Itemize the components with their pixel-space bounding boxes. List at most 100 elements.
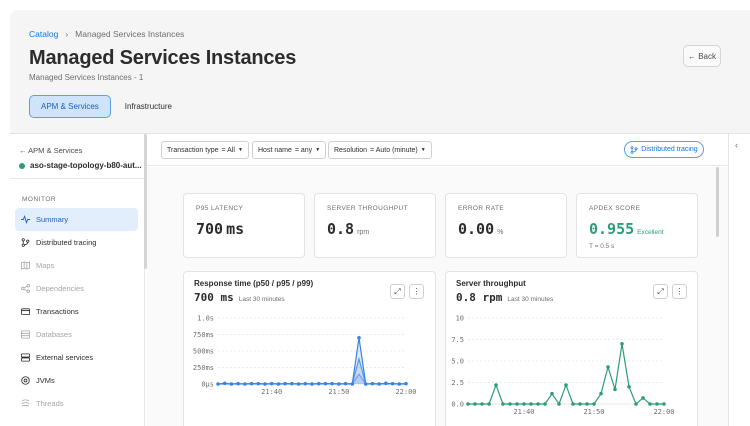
series-area xyxy=(218,337,406,384)
server-icon xyxy=(21,353,30,362)
kpi-number: 0.955 xyxy=(589,220,635,238)
host-name-filter[interactable]: Host name = any ▼ xyxy=(252,141,327,159)
expand-icon[interactable]: ⤢ xyxy=(390,284,405,299)
apdex-rating: Excellent xyxy=(637,229,664,236)
sidebar-divider xyxy=(10,178,145,179)
tracing-icon xyxy=(630,145,638,154)
server-throughput-chart-card: Server throughput 0.8 rpm Last 30 minute… xyxy=(445,271,698,426)
back-button[interactable]: ← Back xyxy=(683,45,721,67)
breadcrumb-current: Managed Services Instances xyxy=(75,29,185,39)
data-point xyxy=(648,402,652,406)
caret-down-icon: ▼ xyxy=(237,147,243,153)
app-selector[interactable]: aso-stage-topology-b80-aut... xyxy=(19,161,142,170)
collapse-panel-button[interactable]: ‹ xyxy=(728,134,750,426)
breadcrumb: Catalog › Managed Services Instances xyxy=(29,29,184,39)
data-point xyxy=(529,402,533,406)
series-line xyxy=(217,337,407,385)
data-point xyxy=(508,402,512,406)
sidebar-item-dependencies[interactable]: Dependencies xyxy=(15,277,138,300)
kpi-label: ERROR RATE xyxy=(458,205,505,212)
sidebar-item-databases[interactable]: Databases xyxy=(15,323,138,346)
filter-value: = any xyxy=(294,146,313,154)
filter-label: Resolution xyxy=(334,146,368,154)
caret-down-icon: ▼ xyxy=(420,147,426,153)
kpi-label: SERVER THROUGHPUT xyxy=(327,205,408,212)
chart-title: Server throughput xyxy=(456,279,526,288)
data-point xyxy=(571,402,575,406)
data-point xyxy=(599,391,603,396)
data-point xyxy=(662,402,666,406)
breadcrumb-catalog-link[interactable]: Catalog xyxy=(29,29,58,39)
kpi-card-server-throughput: SERVER THROUGHPUT 0.8 rpm xyxy=(314,193,436,258)
data-point xyxy=(655,402,659,406)
kpi-card-p95-latency: P95 LATENCY 700 ms xyxy=(183,193,305,258)
kpi-value: 0.8 rpm xyxy=(327,220,369,238)
y-tick-label: 5.0 xyxy=(451,358,464,366)
kpi-label: P95 LATENCY xyxy=(196,205,244,212)
sidebar-item-label: Transactions xyxy=(36,307,79,316)
transaction-type-filter[interactable]: Transaction type = All ▼ xyxy=(161,141,249,159)
sidebar-item-external-services[interactable]: External services xyxy=(15,346,138,369)
resolution-filter[interactable]: Resolution = Auto (minute) ▼ xyxy=(328,141,432,159)
chart-headline: 0.8 rpm Last 30 minutes xyxy=(456,291,553,304)
sidebar-item-label: Dependencies xyxy=(36,284,84,293)
distributed-tracing-label: Distributed tracing xyxy=(641,146,698,153)
y-tick-label: 750ms xyxy=(193,331,214,339)
threads-icon xyxy=(21,399,30,407)
data-point xyxy=(550,391,554,396)
sidebar-item-threads[interactable]: Threads xyxy=(15,392,138,415)
data-point xyxy=(613,387,617,392)
data-point xyxy=(487,402,491,406)
caret-down-icon: ▼ xyxy=(315,147,321,153)
y-tick-label: 10 xyxy=(456,315,464,323)
series-line xyxy=(468,343,664,406)
content-scrollbar[interactable] xyxy=(716,167,719,237)
kpi-value: 0.955 Excellent xyxy=(589,220,664,238)
sidebar-item-label: Summary xyxy=(36,215,69,224)
sidebar-item-label: Databases xyxy=(36,330,72,339)
sidebar-item-transactions[interactable]: Transactions xyxy=(15,300,138,323)
data-point xyxy=(564,383,568,387)
series-area xyxy=(218,358,406,384)
distributed-tracing-button[interactable]: Distributed tracing xyxy=(624,141,704,158)
database-icon xyxy=(21,330,30,339)
data-point xyxy=(585,402,589,406)
x-tick-label: 22:00 xyxy=(653,408,674,416)
kpi-unit: rpm xyxy=(357,229,370,236)
expand-icon[interactable]: ⤢ xyxy=(653,284,668,299)
y-tick-label: 500ms xyxy=(193,348,214,356)
data-point xyxy=(592,402,596,406)
sidebar-back-link[interactable]: ← APM & Services xyxy=(19,146,82,155)
chart-headline-value: 700 ms xyxy=(194,291,234,304)
sidebar-item-maps[interactable]: Maps xyxy=(15,254,138,277)
kpi-unit-large: ms xyxy=(226,220,245,238)
y-tick-label: 1.0s xyxy=(197,315,214,323)
response-time-chart: 1.0s 750ms 500ms 250ms 0µs 21:40 21:50 22:00 xyxy=(193,315,417,397)
sidebar-item-label: Maps xyxy=(36,261,55,270)
y-tick-label: 2.5 xyxy=(451,379,464,387)
share-icon xyxy=(21,284,30,293)
data-point xyxy=(536,402,540,406)
filter-bar: Transaction type = All ▼ Host name = any… xyxy=(147,134,728,166)
filter-label: Host name xyxy=(258,146,292,154)
tab-apm-services[interactable]: APM & Services xyxy=(29,95,111,118)
page-subtitle: Managed Services Instances - 1 xyxy=(29,73,144,82)
data-point xyxy=(641,396,645,400)
sidebar-section-title: MONITOR xyxy=(22,196,57,203)
more-menu-icon[interactable]: ⋮ xyxy=(672,284,687,299)
data-point xyxy=(578,402,582,406)
tracing-icon xyxy=(21,238,30,247)
kpi-number: 0.8 xyxy=(327,220,355,238)
data-point xyxy=(466,402,470,406)
y-tick-label: 7.5 xyxy=(451,336,464,344)
map-icon xyxy=(21,261,30,270)
sidebar-item-jvms[interactable]: JVMs xyxy=(15,369,138,392)
more-menu-icon[interactable]: ⋮ xyxy=(409,284,424,299)
sidebar-item-summary[interactable]: Summary xyxy=(15,208,138,231)
tab-infrastructure[interactable]: Infrastructure xyxy=(125,95,172,118)
sidebar-item-distributed-tracing[interactable]: Distributed tracing xyxy=(15,231,138,254)
app-name: aso-stage-topology-b80-aut... xyxy=(30,161,142,170)
chevron-left-icon: ‹ xyxy=(735,140,738,150)
app-window: Catalog › Managed Services Instances Man… xyxy=(10,10,750,426)
data-point xyxy=(473,402,477,406)
